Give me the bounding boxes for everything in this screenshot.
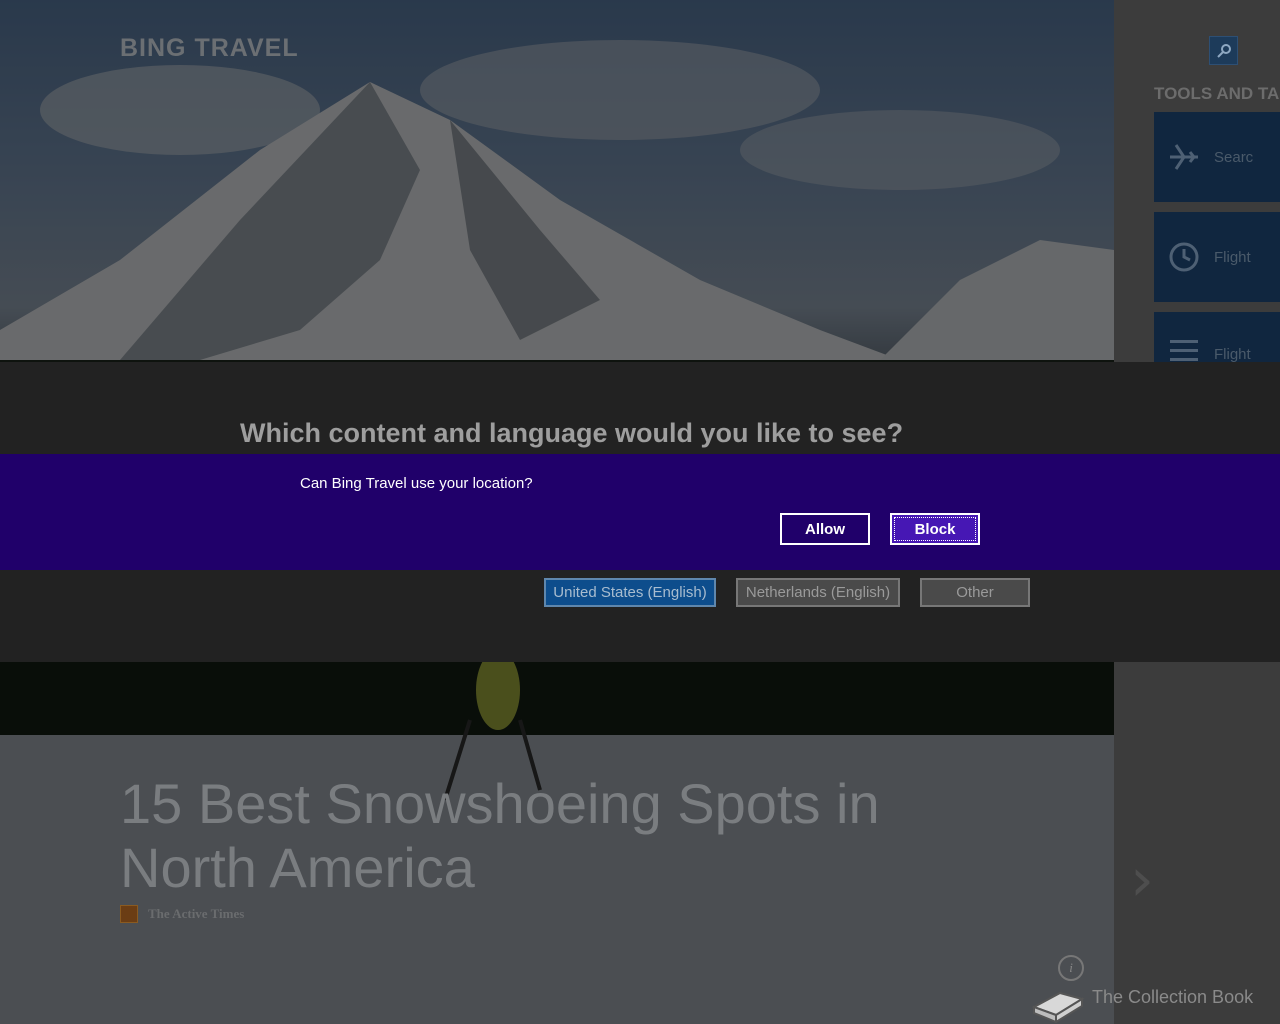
book-icon: [1031, 991, 1085, 1023]
allow-button[interactable]: Allow: [780, 513, 870, 545]
app-brand[interactable]: BING TRAVEL: [120, 34, 299, 63]
tile-label: Flight: [1214, 248, 1251, 266]
tile-flight-status[interactable]: Flight: [1154, 212, 1280, 302]
app-window: BING TRAVEL 15 Best Snowshoeing Spots in…: [0, 0, 1280, 1024]
search-button[interactable]: [1209, 36, 1238, 65]
tools-section-title: TOOLS AND TA: [1154, 84, 1280, 103]
airplane-icon: [1154, 141, 1214, 173]
search-icon: [1216, 43, 1231, 58]
location-permission-prompt: Can Bing Travel use your location? Allow…: [0, 454, 1280, 570]
source-name: The Active Times: [148, 906, 245, 921]
language-option-other[interactable]: Other: [920, 578, 1030, 607]
collection-label: The Collection Book: [1092, 987, 1254, 1007]
tile-flight-list[interactable]: Flight: [1154, 312, 1280, 362]
article-source: The Active Times: [120, 905, 244, 923]
article-headline[interactable]: 15 Best Snowshoeing Spots in North Ameri…: [120, 772, 1020, 900]
tile-search-flights[interactable]: Searc: [1154, 112, 1280, 202]
list-icon: [1154, 338, 1214, 362]
chevron-right-icon[interactable]: ›: [1130, 845, 1154, 915]
collection-book[interactable]: i The Collection Book: [1030, 955, 1280, 1024]
source-logo-icon: [120, 905, 138, 923]
location-question: Can Bing Travel use your location?: [300, 475, 533, 492]
language-option-united-states[interactable]: United States (English): [544, 578, 716, 607]
tile-label: Searc: [1214, 148, 1254, 166]
tile-label: Flight: [1214, 346, 1251, 362]
block-button[interactable]: Block: [890, 513, 980, 545]
language-dialog-title: Which content and language would you lik…: [240, 418, 904, 448]
language-option-netherlands[interactable]: Netherlands (English): [736, 578, 900, 607]
clock-icon: [1154, 241, 1214, 273]
